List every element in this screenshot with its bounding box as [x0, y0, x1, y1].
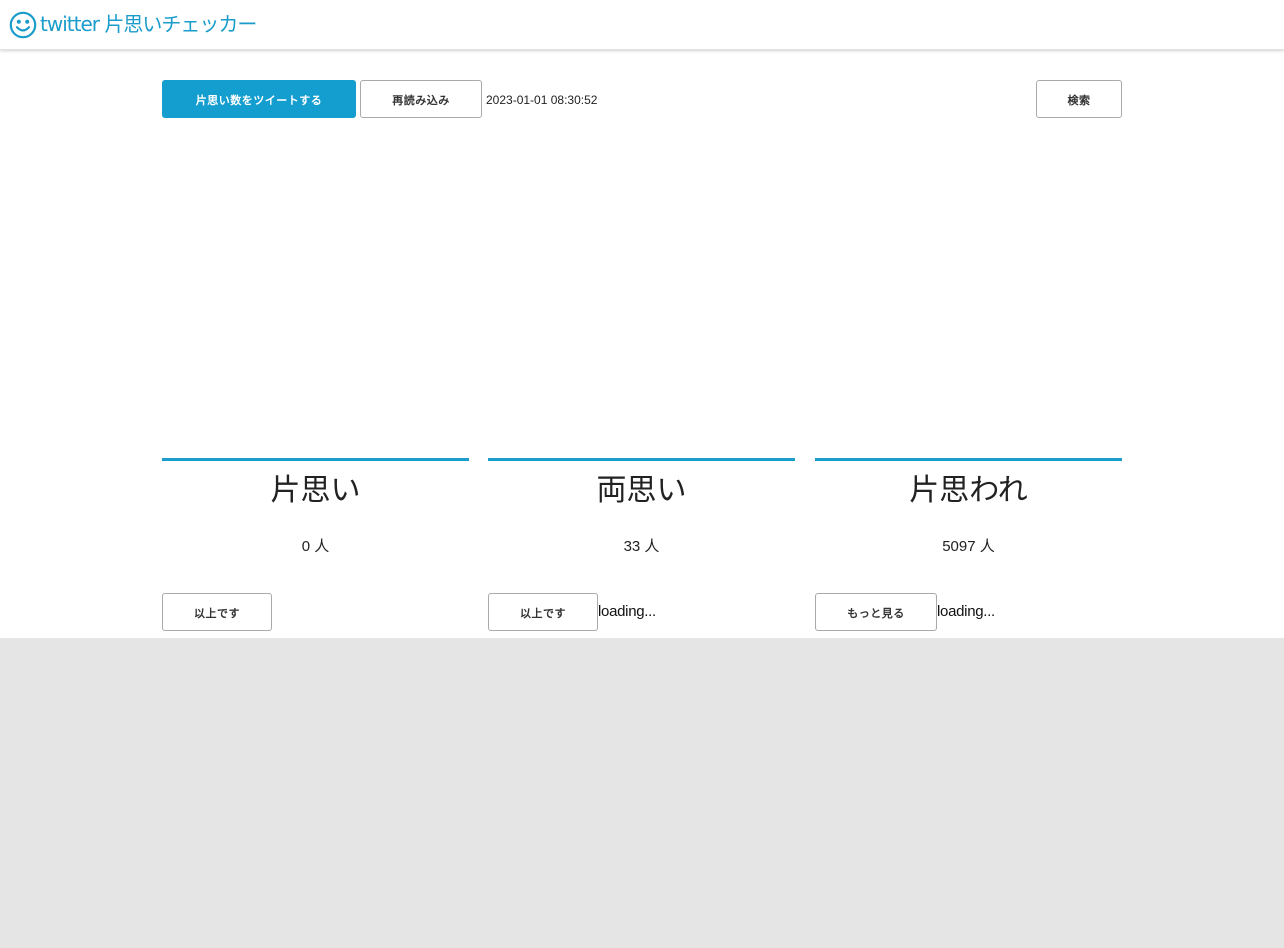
- brand-link[interactable]: twitter 片思いチェッカー: [9, 10, 257, 40]
- top-navbar: twitter 片思いチェッカー: [0, 0, 1284, 50]
- column-count: 5097 人: [942, 538, 995, 555]
- column-title: 両思い: [596, 473, 687, 508]
- brand-title: twitter 片思いチェッカー: [40, 12, 257, 36]
- loading-status: loading...: [598, 603, 656, 620]
- column-loved-by: 片思われ 5097 人 もっと見る loading...: [815, 458, 1122, 631]
- column-one-way-love: 片思い 0 人 以上です: [162, 458, 469, 631]
- loading-status: loading...: [937, 603, 995, 620]
- load-more-button[interactable]: もっと見る: [815, 593, 937, 631]
- last-updated-timestamp: 2023-01-01 08:30:52: [486, 93, 598, 107]
- end-of-list-button[interactable]: 以上です: [488, 593, 598, 631]
- column-mutual-love: 両思い 33 人 以上です loading...: [488, 458, 795, 631]
- column-count: 33 人: [623, 538, 660, 555]
- column-title: 片思い: [270, 473, 361, 508]
- toolbar: 片思い数をツイートする 再読み込み 2023-01-01 08:30:52 検索: [162, 80, 1122, 118]
- page: twitter 片思いチェッカー 片思い数をツイートする 再読み込み 2023-…: [0, 0, 1284, 638]
- smiley-face-icon: [9, 11, 37, 39]
- column-title: 片思われ: [909, 473, 1028, 508]
- column-count: 0 人: [301, 538, 330, 555]
- reload-button[interactable]: 再読み込み: [360, 80, 482, 118]
- tweet-count-button[interactable]: 片思い数をツイートする: [162, 80, 356, 118]
- end-of-list-button[interactable]: 以上です: [162, 593, 272, 631]
- search-button[interactable]: 検索: [1036, 80, 1122, 118]
